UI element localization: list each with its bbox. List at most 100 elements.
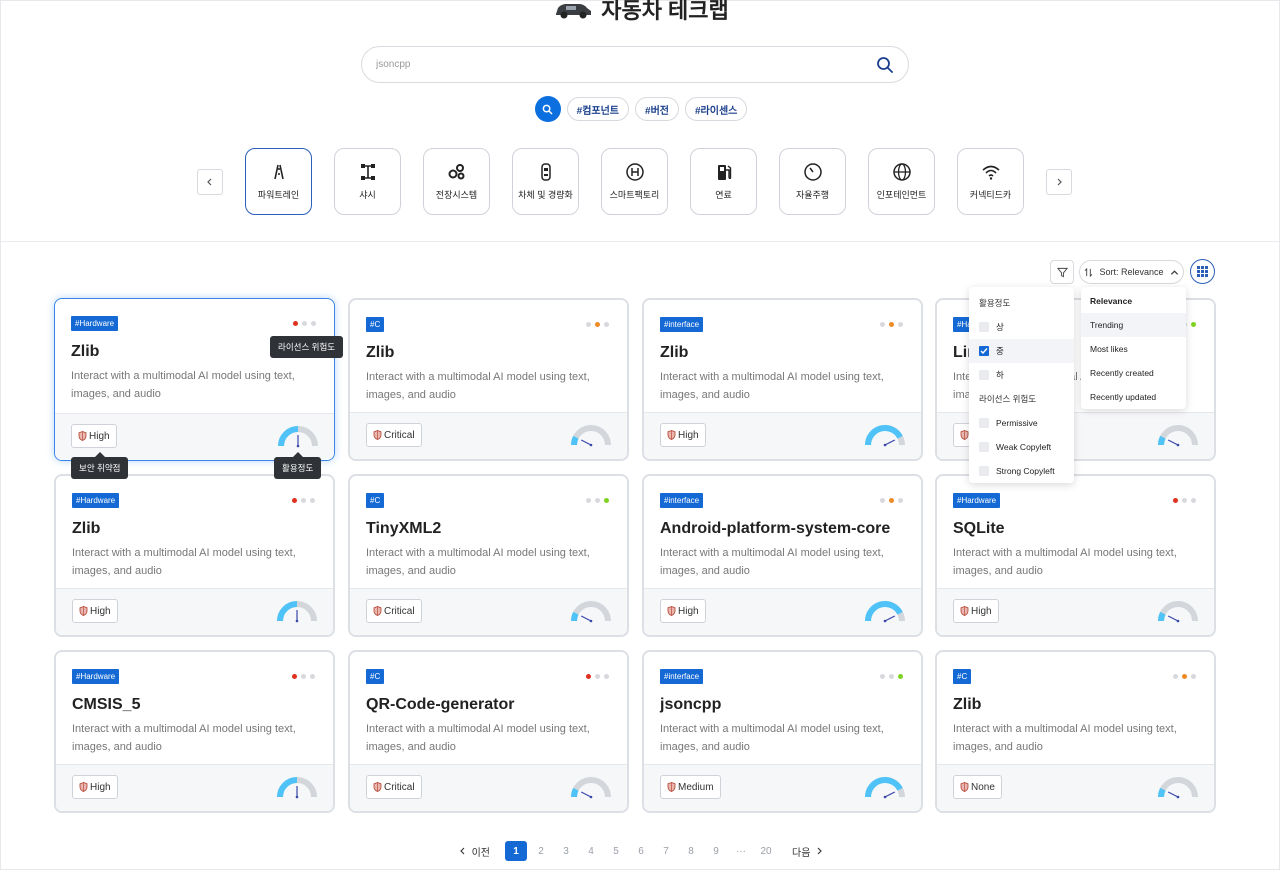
tag-search-button[interactable] [534, 96, 561, 122]
shield-icon [960, 430, 969, 440]
sort-option-recently-updated[interactable]: Recently updated [1081, 385, 1186, 409]
page-number[interactable]: 8 [680, 841, 702, 861]
page-number[interactable]: 1 [505, 841, 527, 861]
tag-chip[interactable]: #컴포넌트 [566, 97, 630, 121]
page-number[interactable]: 2 [530, 841, 552, 861]
component-card[interactable]: #Hardware CMSIS_5 Interact with a multimod… [54, 650, 335, 813]
checkbox[interactable] [979, 418, 989, 428]
card-title[interactable]: Zlib [953, 696, 981, 714]
chevron-right-icon [1057, 178, 1062, 185]
shield-icon [373, 782, 382, 792]
usage-option-low[interactable]: 하 [969, 363, 1074, 387]
page-number[interactable]: 9 [705, 841, 727, 861]
page-number[interactable]: 5 [605, 841, 627, 861]
sort-option-relevance[interactable]: Relevance [1081, 289, 1186, 313]
card-title[interactable]: CMSIS_5 [72, 696, 140, 714]
component-card[interactable]: #interface Zlib Interact with a multimodal… [642, 298, 923, 461]
page-number[interactable]: 7 [655, 841, 677, 861]
component-card[interactable]: #Hardware Zlib Interact with a multimodal … [54, 298, 335, 461]
category-badge: #Hardware [953, 493, 1001, 508]
license-option-permissive[interactable]: Permissive [969, 411, 1074, 435]
card-description: Interact with a multimodal AI model usin… [953, 723, 1177, 753]
license-option-strong-copyleft[interactable]: Strong Copyleft [969, 459, 1074, 483]
card-title[interactable]: Android-platform-system-core [660, 520, 890, 538]
card-description: Interact with a multimodal AI model usin… [660, 723, 884, 753]
card-title[interactable]: QR-Code-generator [366, 696, 514, 714]
category-electrical[interactable]: 전장시스템 [423, 148, 490, 215]
category-connected-car[interactable]: 커넥티드카 [957, 148, 1024, 215]
gearshift-icon [625, 163, 644, 181]
usage-gauge [571, 777, 611, 799]
checkbox[interactable] [979, 322, 989, 332]
page-number[interactable]: 4 [580, 841, 602, 861]
page-number[interactable]: 20 [755, 841, 777, 861]
card-title[interactable]: TinyXML2 [366, 520, 441, 538]
security-severity-badge: Critical [366, 599, 422, 623]
card-title[interactable]: Zlib [366, 344, 394, 362]
page-number[interactable]: 3 [555, 841, 577, 861]
category-body-lightweight[interactable]: 차체 및 경량화 [512, 148, 579, 215]
page-number[interactable]: 6 [630, 841, 652, 861]
risk-dot [1191, 674, 1196, 679]
card-title[interactable]: Zlib [72, 520, 100, 538]
risk-dot [604, 674, 609, 679]
component-card[interactable]: #C Zlib Interact with a multimodal AI mode… [348, 298, 629, 461]
header: 자동차 테크랩 [1, 0, 1280, 25]
sort-option-trending[interactable]: Trending [1081, 313, 1186, 337]
component-card[interactable]: #interface jsoncpp Interact with a multimo… [642, 650, 923, 813]
card-title[interactable]: Zlib [660, 344, 688, 362]
next-page-link[interactable]: 다음 [780, 844, 835, 859]
category-fuel[interactable]: 연료 [690, 148, 757, 215]
license-option-weak-copyleft[interactable]: Weak Copyleft [969, 435, 1074, 459]
filter-button[interactable] [1050, 260, 1074, 284]
card-title[interactable]: Zlib [71, 343, 99, 361]
sort-option-most-likes[interactable]: Most likes [1081, 337, 1186, 361]
checkbox[interactable] [979, 442, 989, 452]
card-title[interactable]: jsoncpp [660, 696, 721, 714]
risk-dot [1173, 498, 1178, 503]
usage-option-high[interactable]: 상 [969, 315, 1074, 339]
category-autonomous[interactable]: 자율주행 [779, 148, 846, 215]
component-card[interactable]: #C TinyXML2 Interact with a multimodal AI … [348, 474, 629, 637]
risk-dot [898, 498, 903, 503]
shield-icon [79, 606, 88, 616]
car-top-icon [540, 163, 551, 181]
carousel-prev-button[interactable] [197, 168, 223, 195]
checkbox[interactable] [979, 466, 989, 476]
card-description: Interact with a multimodal AI model usin… [366, 371, 590, 401]
tag-chip[interactable]: #버전 [635, 97, 679, 121]
chevron-left-icon [207, 178, 212, 185]
search-icon[interactable] [876, 56, 894, 74]
carousel-next-button[interactable] [1046, 168, 1072, 195]
sort-button[interactable]: Sort: Relevance [1079, 260, 1184, 284]
checkbox-checked[interactable] [979, 346, 989, 356]
card-footer: High [56, 588, 333, 635]
chevron-left-icon [459, 847, 464, 855]
card-title[interactable]: SQLite [953, 520, 1005, 538]
prev-page-link[interactable]: 이전 [447, 844, 502, 859]
category-badge: #interface [660, 493, 704, 508]
search-input[interactable] [376, 59, 876, 70]
component-card[interactable]: #interface Android-platform-system-core In… [642, 474, 923, 637]
globe-icon [892, 163, 911, 181]
category-chassis[interactable]: 샤시 [334, 148, 401, 215]
category-powertrain[interactable]: 파워트레인 [245, 148, 312, 215]
sort-option-recently-created[interactable]: Recently created [1081, 361, 1186, 385]
category-smart-factory[interactable]: 스마트팩토리 [601, 148, 668, 215]
component-card[interactable]: #Hardware Zlib Interact with a multimodal … [54, 474, 335, 637]
usage-option-mid[interactable]: 중 [969, 339, 1074, 363]
checkbox[interactable] [979, 370, 989, 380]
page-title: 자동차 테크랩 [601, 0, 729, 23]
category-infotainment[interactable]: 인포테인먼트 [868, 148, 935, 215]
card-description: Interact with a multimodal AI model usin… [71, 370, 295, 400]
security-severity-badge: High [72, 775, 118, 799]
search-bar[interactable] [361, 46, 909, 83]
license-risk-indicator [880, 322, 903, 327]
component-card[interactable]: #Hardware SQLite Interact with a multimoda… [935, 474, 1216, 637]
grid-view-button[interactable] [1190, 259, 1215, 284]
sort-icon [1085, 267, 1093, 277]
tag-chip[interactable]: #라이센스 [684, 97, 748, 121]
security-severity-badge: Critical [366, 423, 422, 447]
component-card[interactable]: #C Zlib Interact with a multimodal AI mode… [935, 650, 1216, 813]
component-card[interactable]: #C QR-Code-generator Interact with a multi… [348, 650, 629, 813]
